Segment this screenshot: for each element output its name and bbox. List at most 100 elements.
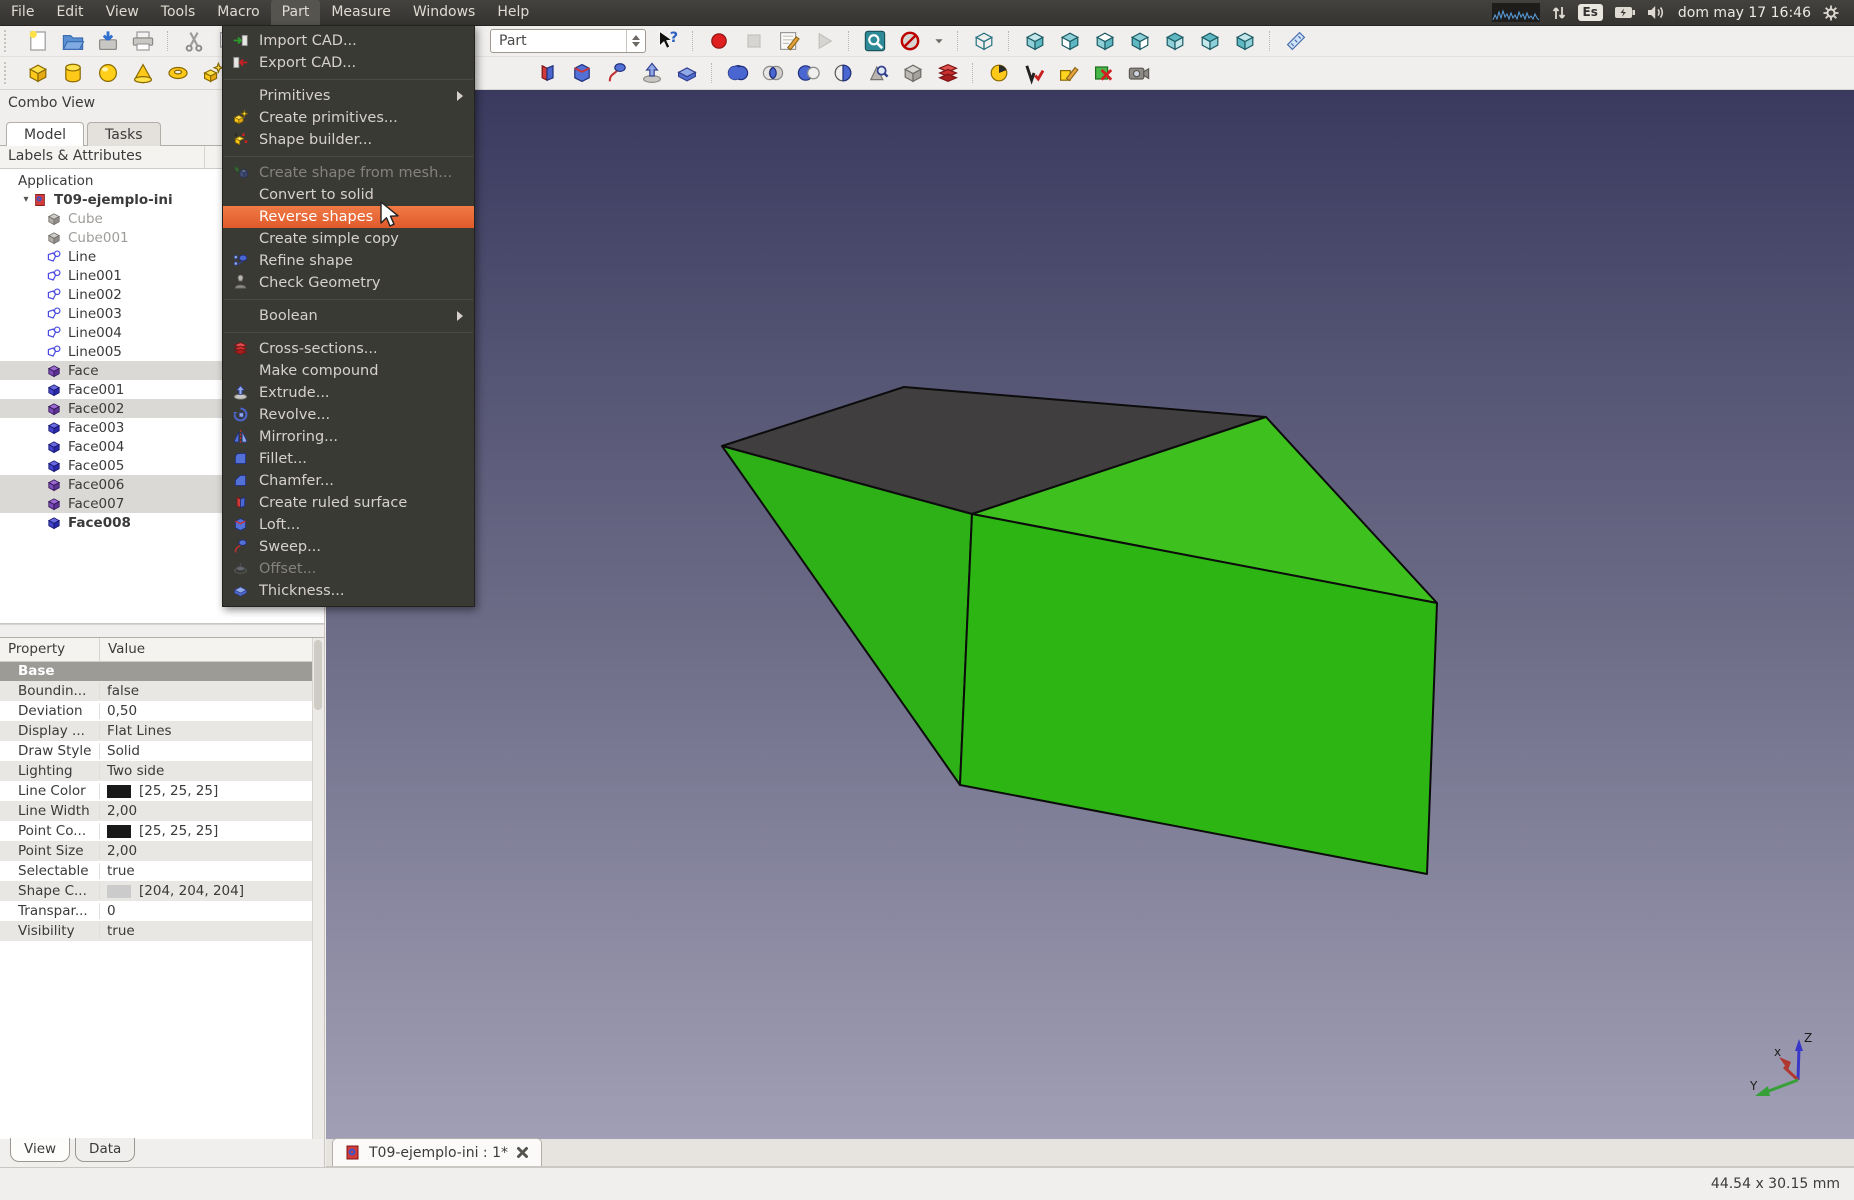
open-document-icon[interactable] xyxy=(60,28,86,54)
property-row-shape-c-[interactable]: Shape C...[204, 204, 204] xyxy=(0,881,324,901)
network-arrows-icon[interactable] xyxy=(1551,4,1567,22)
macro-edit-icon[interactable] xyxy=(776,28,802,54)
remove-shape-icon[interactable] xyxy=(1091,60,1117,86)
check-geometry-icon[interactable] xyxy=(865,60,891,86)
property-row-transpar-[interactable]: Transpar...0 xyxy=(0,901,324,921)
torus-primitive-icon[interactable] xyxy=(165,60,191,86)
property-row-visibility[interactable]: Visibilitytrue xyxy=(0,921,324,941)
property-group-base[interactable]: Base xyxy=(0,662,324,681)
menu-item-reverse-shapes[interactable]: Reverse shapes xyxy=(223,206,474,228)
menu-item-create-simple-copy[interactable]: Create simple copy xyxy=(223,228,474,250)
menu-file[interactable]: File xyxy=(0,0,45,25)
draw-style-icon[interactable] xyxy=(971,28,997,54)
boolean-union-icon[interactable] xyxy=(725,60,751,86)
menu-view[interactable]: View xyxy=(95,0,150,25)
workbench-selector-spinner[interactable] xyxy=(626,30,645,52)
cone-primitive-icon[interactable] xyxy=(130,60,156,86)
menu-item-chamfer[interactable]: Chamfer... xyxy=(223,470,474,492)
value-column-header[interactable]: Value xyxy=(100,638,324,662)
battery-icon[interactable] xyxy=(1614,5,1636,20)
menu-item-create-ruled-surface[interactable]: Create ruled surface xyxy=(223,492,474,514)
menu-item-fillet[interactable]: Fillet... xyxy=(223,448,474,470)
make-compound-icon[interactable] xyxy=(900,60,926,86)
validate-icon[interactable] xyxy=(1021,60,1047,86)
edit-feature-icon[interactable] xyxy=(1056,60,1082,86)
3d-viewport[interactable]: Z x Y xyxy=(326,90,1854,1139)
property-value[interactable]: [25, 25, 25] xyxy=(100,783,324,799)
menu-item-revolve[interactable]: Revolve... xyxy=(223,404,474,426)
new-document-icon[interactable] xyxy=(25,28,51,54)
menu-item-make-compound[interactable]: Make compound xyxy=(223,360,474,382)
menu-item-offset[interactable]: Offset... xyxy=(223,558,474,580)
menu-macro[interactable]: Macro xyxy=(206,0,270,25)
print-icon[interactable] xyxy=(130,28,156,54)
whats-this-icon[interactable]: ? xyxy=(655,28,681,54)
cylinder-primitive-icon[interactable] xyxy=(60,60,86,86)
property-row-selectable[interactable]: Selectabletrue xyxy=(0,861,324,881)
property-row-deviation[interactable]: Deviation0,50 xyxy=(0,701,324,721)
menu-item-loft[interactable]: Loft... xyxy=(223,514,474,536)
boolean-common-icon[interactable] xyxy=(760,60,786,86)
property-value[interactable]: 2,00 xyxy=(100,843,324,859)
property-row-display-[interactable]: Display ...Flat Lines xyxy=(0,721,324,741)
menu-item-thickness[interactable]: Thickness... xyxy=(223,580,474,602)
tray-clock[interactable]: dom may 17 16:46 xyxy=(1678,5,1811,21)
fit-all-icon[interactable] xyxy=(862,28,888,54)
property-value[interactable]: Flat Lines xyxy=(100,723,324,739)
camera-icon[interactable] xyxy=(1126,60,1152,86)
cross-sections-icon[interactable] xyxy=(935,60,961,86)
property-value[interactable]: true xyxy=(100,923,324,939)
view-top-icon[interactable] xyxy=(1092,28,1118,54)
property-row-boundin-[interactable]: Boundin...false xyxy=(0,681,324,701)
toolbar-drag-handle[interactable] xyxy=(4,30,14,52)
menu-item-create-shape-from-mesh[interactable]: Create shape from mesh... xyxy=(223,162,474,184)
menu-part[interactable]: Part xyxy=(271,0,321,25)
menu-windows[interactable]: Windows xyxy=(402,0,487,25)
menu-measure[interactable]: Measure xyxy=(320,0,402,25)
ruled-surface-icon[interactable] xyxy=(534,60,560,86)
menu-help[interactable]: Help xyxy=(486,0,540,25)
workbench-selector[interactable]: Part xyxy=(490,29,646,53)
property-row-line-color[interactable]: Line Color[25, 25, 25] xyxy=(0,781,324,801)
property-value[interactable]: [25, 25, 25] xyxy=(100,823,324,839)
loft-icon[interactable] xyxy=(569,60,595,86)
tree-header-label[interactable]: Labels & Attributes xyxy=(0,146,205,169)
property-value[interactable]: Solid xyxy=(100,743,324,759)
property-row-point-co-[interactable]: Point Co...[25, 25, 25] xyxy=(0,821,324,841)
menu-edit[interactable]: Edit xyxy=(45,0,94,25)
macro-record-icon[interactable] xyxy=(706,28,732,54)
volume-icon[interactable] xyxy=(1647,4,1667,21)
property-value[interactable]: 2,00 xyxy=(100,803,324,819)
system-monitor-icon[interactable] xyxy=(1492,3,1540,22)
menu-item-shape-builder[interactable]: Shape builder... xyxy=(223,129,474,151)
tab-model[interactable]: Model xyxy=(6,122,84,146)
property-column-header[interactable]: Property xyxy=(0,638,100,662)
property-value[interactable]: false xyxy=(100,683,324,699)
menu-item-sweep[interactable]: Sweep... xyxy=(223,536,474,558)
menu-item-boolean[interactable]: Boolean xyxy=(223,305,474,327)
macro-stop-icon[interactable] xyxy=(741,28,767,54)
view-front-icon[interactable] xyxy=(1057,28,1083,54)
toolbar-drag-handle[interactable] xyxy=(4,62,14,84)
menu-item-convert-to-solid[interactable]: Convert to solid xyxy=(223,184,474,206)
menu-tools[interactable]: Tools xyxy=(150,0,207,25)
view-right-icon[interactable] xyxy=(1127,28,1153,54)
property-value[interactable]: true xyxy=(100,863,324,879)
expander-icon[interactable]: ▾ xyxy=(20,194,32,205)
measure-distance-icon[interactable] xyxy=(1283,28,1309,54)
macro-play-icon[interactable] xyxy=(811,28,837,54)
tab-data[interactable]: Data xyxy=(75,1138,135,1162)
view-rear-icon[interactable] xyxy=(1162,28,1188,54)
view-axonometric-icon[interactable] xyxy=(1022,28,1048,54)
sphere-primitive-icon[interactable] xyxy=(95,60,121,86)
property-row-point-size[interactable]: Point Size2,00 xyxy=(0,841,324,861)
tab-view[interactable]: View xyxy=(10,1138,70,1162)
menu-item-refine-shape[interactable]: Refine shape xyxy=(223,250,474,272)
menu-item-import-cad[interactable]: Import CAD... xyxy=(223,30,474,52)
menu-item-cross-sections[interactable]: Cross-sections... xyxy=(223,338,474,360)
boolean-section-icon[interactable] xyxy=(830,60,856,86)
keyboard-layout-badge[interactable]: Es xyxy=(1578,4,1603,21)
property-scrollbar[interactable] xyxy=(312,638,324,1139)
menu-item-mirroring[interactable]: Mirroring... xyxy=(223,426,474,448)
boolean-cut-icon[interactable] xyxy=(795,60,821,86)
